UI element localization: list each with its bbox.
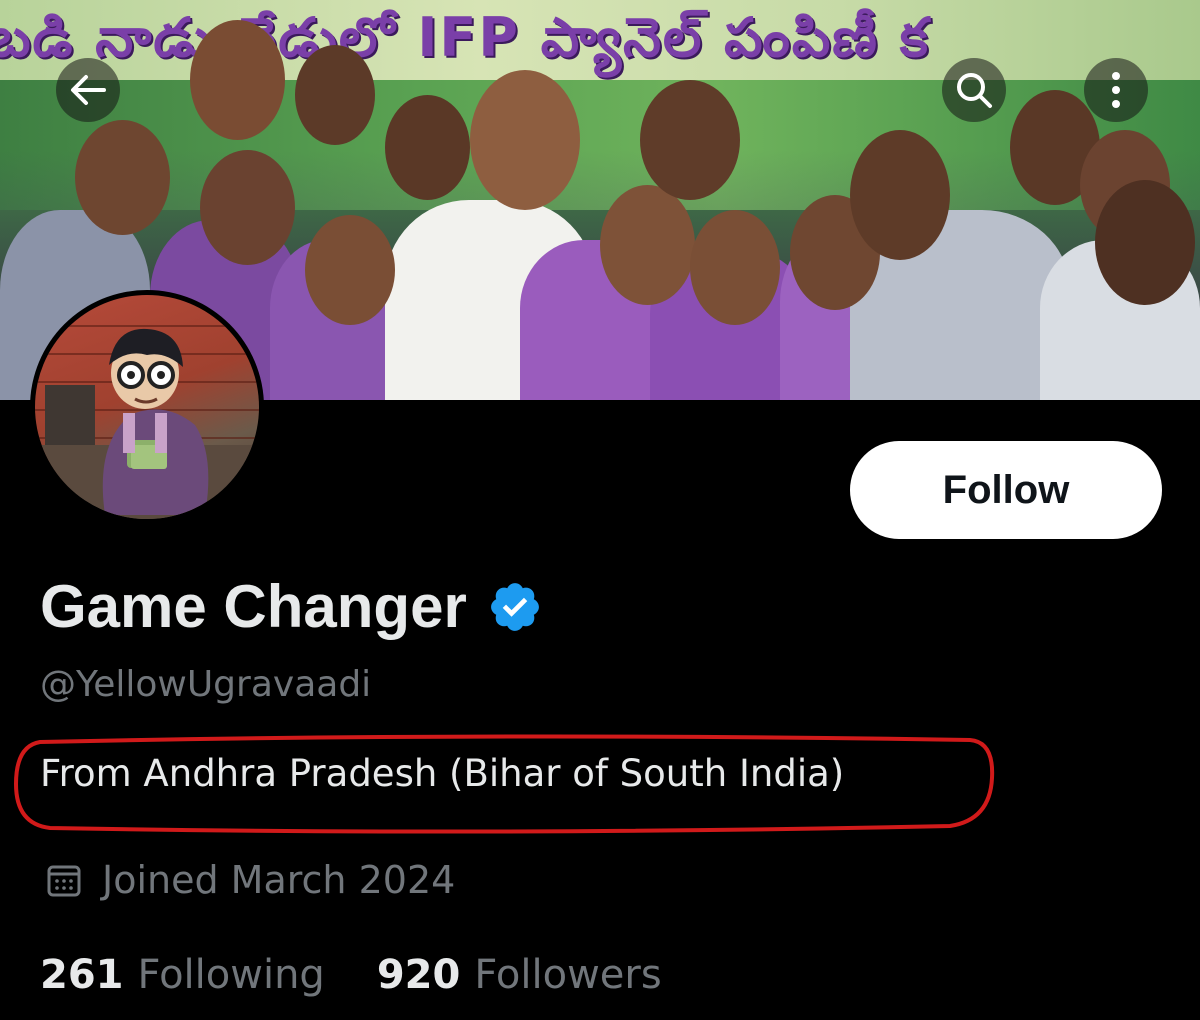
- avatar-image: [35, 295, 259, 519]
- profile-bio: From Andhra Pradesh (Bihar of South Indi…: [40, 752, 845, 795]
- more-options-button[interactable]: [1084, 58, 1148, 122]
- followers-label: Followers: [474, 952, 662, 998]
- profile-display-name: Game Changer: [40, 573, 467, 640]
- profile-stats: 261 Following 920 Followers: [40, 952, 662, 998]
- joined-date-text: Joined March 2024: [102, 858, 456, 902]
- profile-handle: @YellowUgravaadi: [40, 664, 372, 705]
- profile-joined: Joined March 2024: [46, 858, 455, 902]
- following-label: Following: [137, 952, 325, 998]
- banner-sign: బడి నాడు-నేడులో IFP ప్యానెల్ పంపిణీ క: [0, 0, 1200, 80]
- following-link[interactable]: 261 Following: [40, 952, 325, 998]
- banner-sign-text: బడి నాడు-నేడులో IFP ప్యానెల్ పంపిణీ క: [0, 6, 930, 69]
- following-count: 261: [40, 952, 124, 998]
- followers-count: 920: [376, 952, 461, 998]
- profile-avatar[interactable]: [30, 290, 264, 524]
- followers-link[interactable]: 920 Followers: [377, 952, 662, 998]
- follow-button[interactable]: Follow: [850, 441, 1162, 539]
- profile-name-row: Game Changer: [40, 574, 543, 640]
- verified-badge-icon: [490, 583, 539, 631]
- arrow-left-icon: [71, 75, 106, 105]
- search-icon: [957, 73, 992, 108]
- back-button[interactable]: [56, 58, 120, 122]
- search-button[interactable]: [942, 58, 1006, 122]
- more-vertical-icon: [1112, 72, 1120, 108]
- calendar-icon: [47, 865, 81, 897]
